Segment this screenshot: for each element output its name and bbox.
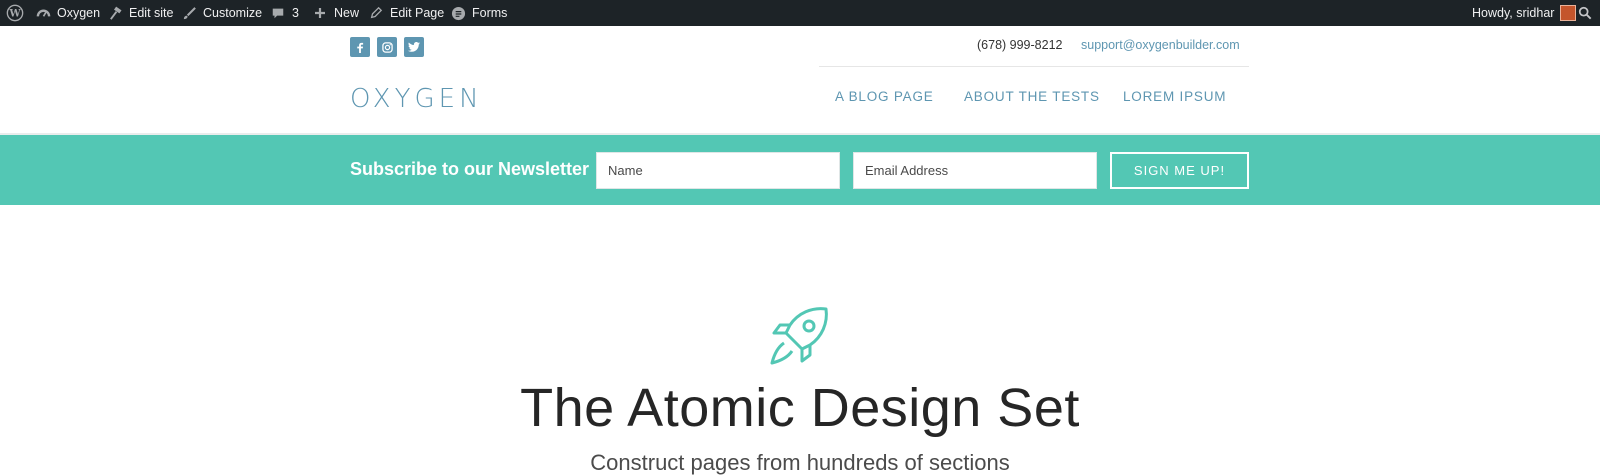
customize-label: Customize (203, 6, 263, 20)
nav-item-blog-page[interactable]: A BLOG PAGE (835, 89, 934, 104)
rocket-icon (768, 303, 832, 367)
customize-menu[interactable]: Customize (181, 0, 262, 26)
wordpress-logo-icon[interactable]: W (6, 0, 24, 26)
hero-subtitle: Construct pages from hundreds of section… (590, 450, 1010, 475)
forms-menu[interactable]: Forms (450, 0, 507, 26)
site-name-menu[interactable]: Oxygen (35, 0, 100, 26)
newsletter-title: Subscribe to our Newsletter (350, 159, 590, 179)
nav-item-lorem-ipsum[interactable]: LOREM IPSUM (1123, 89, 1226, 104)
plus-icon (312, 5, 328, 21)
dashboard-icon (35, 5, 51, 21)
search-icon[interactable] (1578, 0, 1592, 26)
new-label: New (334, 6, 360, 20)
edit-page-menu[interactable]: Edit Page (368, 0, 444, 26)
name-input[interactable]: Name (596, 152, 840, 189)
facebook-icon[interactable] (350, 37, 370, 57)
new-content-menu[interactable]: New (312, 0, 359, 26)
support-email-link[interactable]: support@oxygenbuilder.com (1081, 38, 1240, 52)
email-input[interactable]: Email Address (853, 152, 1097, 189)
newsletter-section: Subscribe to our Newsletter Name Email A… (0, 135, 1600, 205)
comments-count: 3 (292, 6, 299, 20)
admin-bar: W Oxygen Edit site Customize 3 New Edit … (0, 0, 1600, 26)
paintbrush-icon (181, 5, 197, 21)
hero-title: The Atomic Design Set (520, 378, 1080, 438)
site-logo[interactable]: OXYGEN (350, 84, 483, 114)
hammer-icon (107, 5, 123, 21)
twitter-icon[interactable] (404, 37, 424, 57)
phone-number: (678) 999-8212 (977, 38, 1063, 52)
edit-site-label: Edit site (129, 6, 174, 20)
header-divider (819, 66, 1249, 67)
edit-site-menu[interactable]: Edit site (107, 0, 173, 26)
edit-page-label: Edit Page (390, 6, 445, 20)
pencil-icon (368, 5, 384, 21)
comments-menu[interactable]: 3 (270, 0, 299, 26)
nav-item-about-the-tests[interactable]: ABOUT THE TESTS (964, 89, 1100, 104)
greeting-label: Howdy, sridhar (1472, 6, 1555, 20)
avatar (1560, 5, 1577, 21)
forms-label: Forms (472, 6, 508, 20)
site-name-label: Oxygen (57, 6, 101, 20)
svg-text:W: W (8, 9, 21, 20)
sign-up-button[interactable]: SIGN ME UP! (1110, 152, 1249, 189)
forms-icon (450, 5, 466, 21)
my-account-menu[interactable]: Howdy, sridhar (1472, 0, 1577, 26)
comment-bubble-icon (270, 5, 286, 21)
instagram-icon[interactable] (377, 37, 397, 57)
